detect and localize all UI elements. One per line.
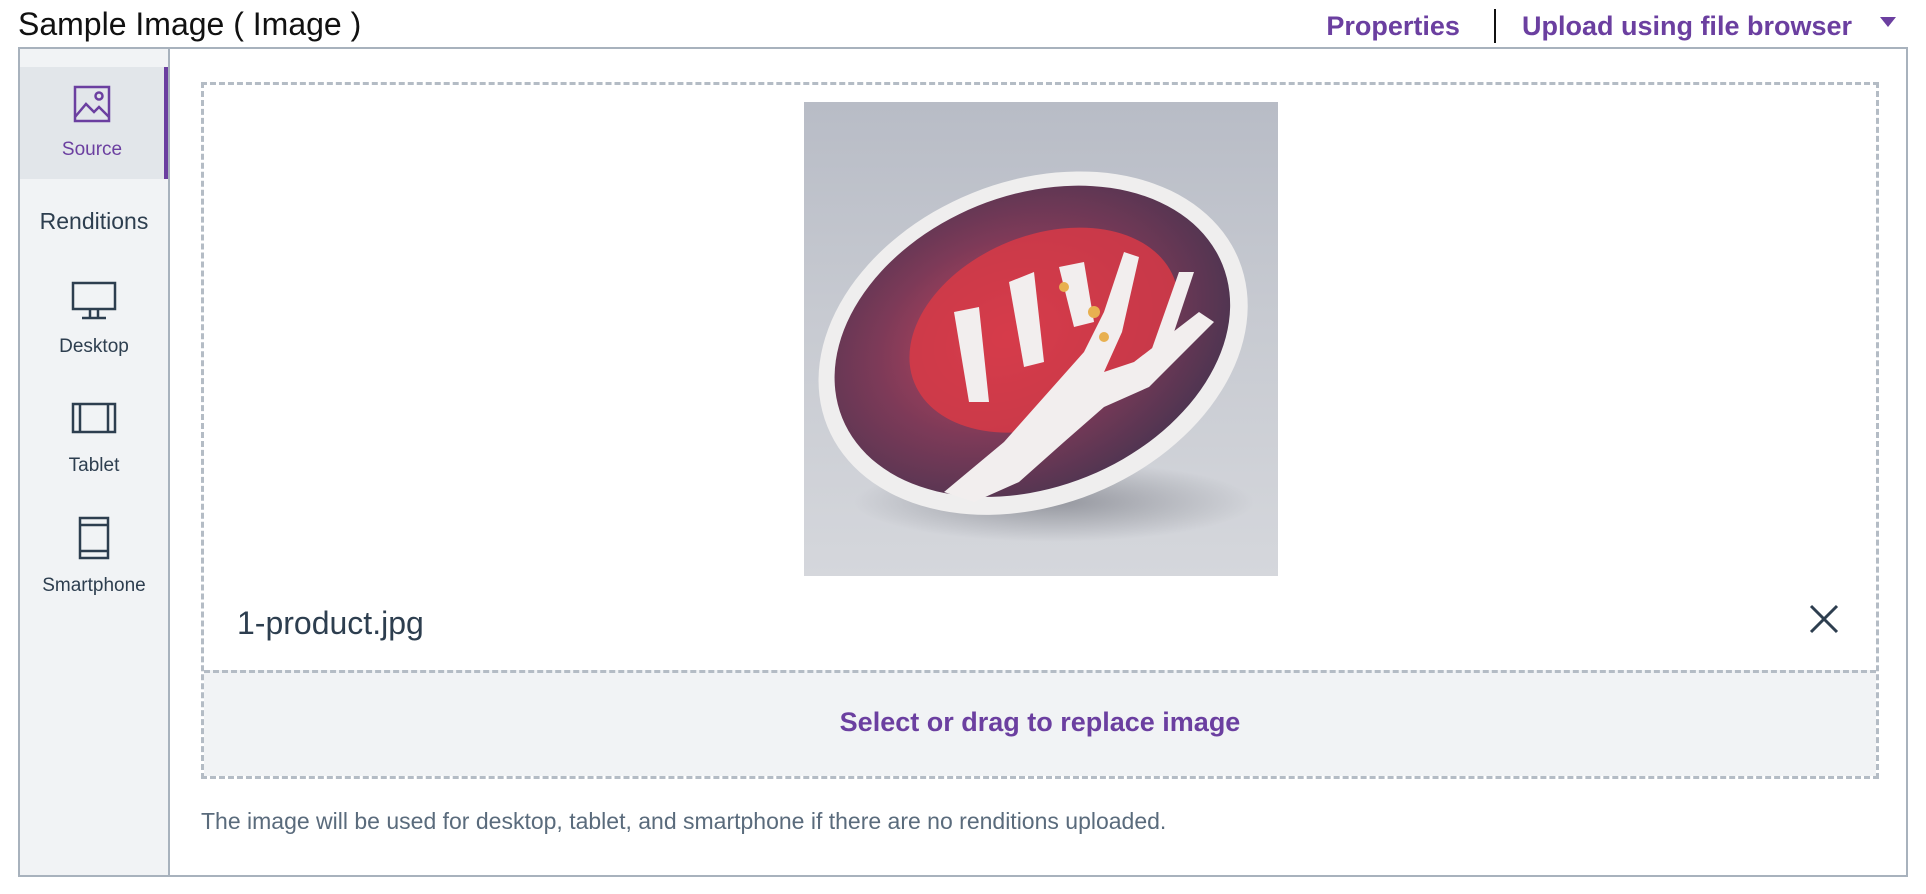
field-title: Sample Image ( Image ) bbox=[18, 6, 362, 42]
remove-image-button[interactable] bbox=[1806, 601, 1842, 637]
sidebar-item-source[interactable]: Source bbox=[20, 67, 168, 179]
rendition-sidebar: Source Renditions Desktop Tablet Smartph… bbox=[20, 49, 170, 875]
desktop-icon bbox=[71, 281, 117, 320]
smartphone-icon bbox=[78, 516, 110, 560]
replace-image-area[interactable]: Select or drag to replace image bbox=[204, 670, 1876, 776]
image-editor-panel: Source Renditions Desktop Tablet Smartph… bbox=[18, 47, 1908, 877]
image-icon bbox=[73, 85, 111, 123]
sidebar-item-desktop[interactable]: Desktop bbox=[20, 281, 168, 377]
chevron-down-icon[interactable] bbox=[1880, 17, 1896, 27]
properties-link[interactable]: Properties bbox=[1326, 11, 1460, 42]
renditions-hint: The image will be used for desktop, tabl… bbox=[201, 808, 1167, 834]
sidebar-item-smartphone[interactable]: Smartphone bbox=[20, 515, 168, 611]
file-name: 1-product.jpg bbox=[237, 605, 424, 641]
sidebar-item-label: Desktop bbox=[59, 336, 129, 357]
sidebar-item-label: Tablet bbox=[68, 455, 120, 476]
bowl-product-image bbox=[818, 171, 1254, 542]
close-icon bbox=[1809, 604, 1839, 634]
upload-file-browser-link[interactable]: Upload using file browser bbox=[1522, 11, 1852, 42]
image-preview bbox=[804, 102, 1278, 576]
replace-image-label[interactable]: Select or drag to replace image bbox=[840, 707, 1241, 738]
header-actions: Properties Upload using file browser bbox=[1326, 6, 1896, 46]
image-dropzone[interactable]: 1-product.jpg Select or drag to replace … bbox=[201, 82, 1879, 779]
image-field-editor: Sample Image ( Image ) Properties Upload… bbox=[0, 0, 1926, 894]
sidebar-item-label: Source bbox=[61, 139, 123, 160]
sidebar-item-tablet[interactable]: Tablet bbox=[20, 401, 168, 497]
sidebar-item-label: Smartphone bbox=[42, 575, 146, 596]
tablet-icon bbox=[71, 402, 117, 434]
renditions-heading: Renditions bbox=[39, 208, 149, 234]
header-divider bbox=[1493, 9, 1496, 43]
